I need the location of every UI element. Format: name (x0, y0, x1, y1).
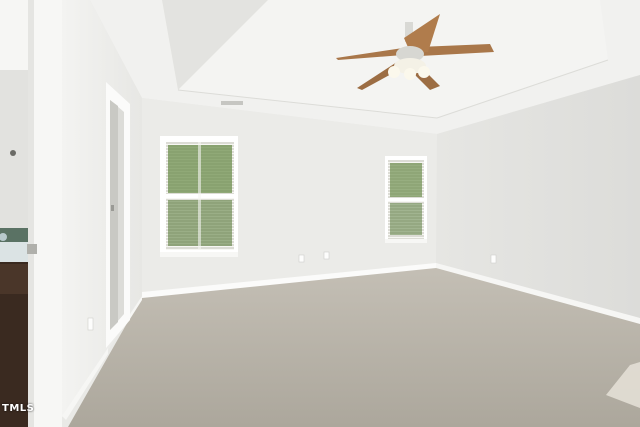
bathroom-view (0, 0, 30, 427)
outlet (87, 317, 94, 331)
room-illustration (0, 0, 640, 427)
outlet (298, 254, 305, 263)
window-left (160, 136, 238, 257)
empty-bedroom-photo: TMLS (0, 0, 640, 427)
ceiling-vent (221, 101, 243, 105)
outlet (323, 251, 330, 260)
doorway (106, 82, 130, 348)
towel-hook-icon (10, 150, 16, 156)
watermark-logo: TMLS (2, 403, 35, 414)
outlet (490, 254, 497, 264)
bedroom-door (27, 0, 62, 427)
door-hinge-icon (27, 244, 37, 254)
window-right (385, 156, 427, 243)
sink (0, 242, 28, 262)
